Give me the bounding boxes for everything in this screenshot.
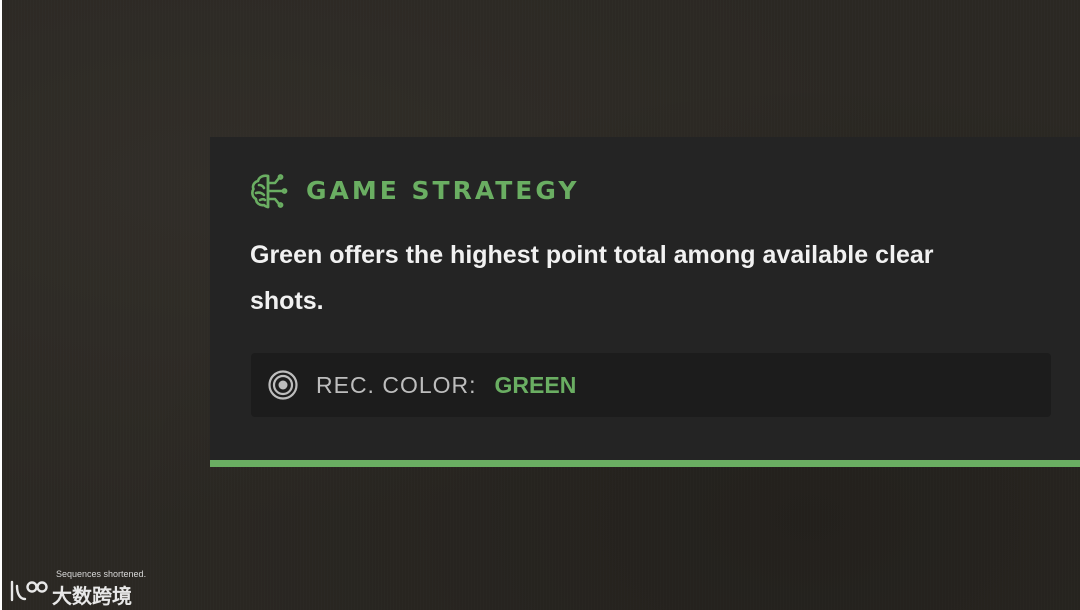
watermark-brand: 大数跨境 (52, 584, 132, 608)
target-icon (268, 370, 298, 400)
card-accent-bar (210, 460, 1080, 467)
brain-icon (251, 174, 288, 209)
left-edge-line (0, 0, 2, 610)
game-strategy-card: GAME STRATEGY Green offers the highest p… (210, 137, 1080, 460)
strategy-description: Green offers the highest point total amo… (250, 241, 934, 315)
recommended-color-label: REC. COLOR: (316, 371, 477, 398)
watermark-logo (10, 580, 48, 602)
recommended-color-value: GREEN (494, 371, 577, 398)
watermark-note: Sequences shortened. (56, 569, 147, 579)
card-header: GAME STRATEGY (250, 171, 579, 211)
recommended-color-box: REC. COLOR: GREEN (251, 353, 1051, 417)
watermark: Sequences shortened. 大数跨境 (8, 566, 158, 608)
card-title: GAME STRATEGY (306, 176, 580, 205)
